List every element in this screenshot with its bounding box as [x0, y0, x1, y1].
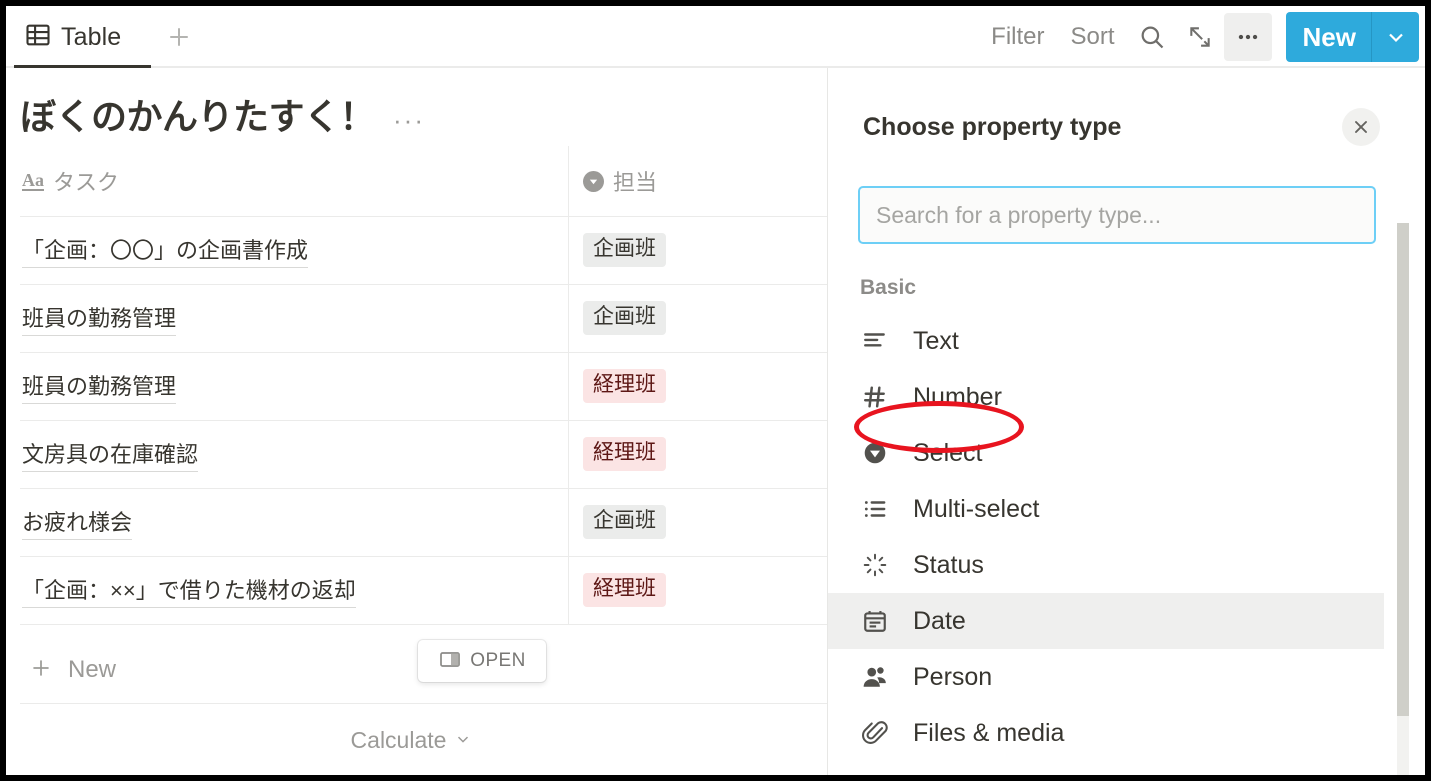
property-item-number[interactable]: Number: [828, 369, 1384, 425]
property-item-label: Date: [913, 606, 966, 635]
search-input[interactable]: [858, 186, 1376, 244]
calendar-icon: [860, 608, 890, 634]
property-item-select[interactable]: Select: [828, 425, 1384, 481]
property-item-date[interactable]: Date: [828, 593, 1384, 649]
assignee-cell[interactable]: 企画班: [566, 216, 827, 284]
task-title[interactable]: 文房具の在庫確認: [22, 437, 199, 472]
text-lines-icon: [860, 328, 890, 354]
tag-chip: 企画班: [583, 300, 666, 336]
table-row[interactable]: 班員の勤務管理 企画班: [6, 284, 827, 352]
calculate-label: Calculate: [350, 726, 447, 753]
table-row[interactable]: お疲れ様会 企画班: [6, 488, 827, 556]
add-view-button[interactable]: [164, 22, 194, 52]
table-row[interactable]: 「企画：〇〇」の企画書作成 企画班: [6, 216, 827, 284]
paperclip-icon: [860, 720, 890, 746]
top-toolbar: Table Filter Sort New: [6, 6, 1425, 68]
search-icon[interactable]: [1128, 13, 1176, 61]
row-divider: [20, 703, 827, 704]
task-cell[interactable]: お疲れ様会: [6, 488, 566, 556]
table-row[interactable]: 班員の勤務管理 経理班: [6, 352, 827, 420]
list-icon: [860, 496, 890, 522]
property-item-label: Status: [913, 550, 984, 579]
table-row[interactable]: 「企画：××」で借りた機材の返却 経理班: [6, 556, 827, 624]
task-cell[interactable]: 「企画：〇〇」の企画書作成: [6, 216, 566, 284]
property-item-label: Files & media: [913, 718, 1065, 747]
chevron-down-icon[interactable]: [1372, 12, 1419, 62]
new-button[interactable]: New: [1285, 12, 1419, 62]
title-ellipsis-icon[interactable]: ···: [393, 105, 425, 136]
app-window: Table Filter Sort New ぼくのかんりたすく！ ··· Aa …: [6, 6, 1425, 775]
property-item-multi-select[interactable]: Multi-select: [828, 481, 1384, 537]
task-title[interactable]: お疲れ様会: [22, 505, 133, 540]
open-row-button[interactable]: OPEN: [418, 640, 546, 682]
close-icon[interactable]: [1342, 108, 1380, 146]
assignee-cell[interactable]: 企画班: [566, 488, 827, 556]
tab-label: Table: [61, 22, 122, 51]
assignee-cell[interactable]: 企画班: [566, 284, 827, 352]
section-label-basic: Basic: [860, 276, 917, 299]
person-icon: [860, 664, 890, 690]
row-divider: [20, 624, 827, 625]
table-header-row: Aa タスク 担当: [6, 146, 827, 216]
assignee-cell[interactable]: 経理班: [566, 352, 827, 420]
tab-table[interactable]: Table: [14, 14, 131, 60]
task-title[interactable]: 「企画：××」で借りた機材の返却: [22, 573, 356, 608]
tag-chip: 企画班: [583, 504, 666, 540]
tag-chip: 経理班: [583, 436, 666, 472]
tag-chip: 経理班: [583, 368, 666, 404]
property-item-label: Text: [913, 326, 959, 355]
property-item-label: Number: [913, 382, 1002, 411]
table-view: ぼくのかんりたすく！ ··· Aa タスク 担当 「企画：〇〇」の企画書作成 企…: [6, 68, 827, 775]
expand-arrows-icon[interactable]: [1176, 13, 1224, 61]
status-spinner-icon: [860, 552, 890, 578]
hash-icon: [860, 384, 890, 410]
task-cell[interactable]: 「企画：××」で借りた機材の返却: [6, 556, 566, 624]
property-item-person[interactable]: Person: [828, 649, 1384, 705]
property-item-status[interactable]: Status: [828, 537, 1384, 593]
task-cell[interactable]: 文房具の在庫確認: [6, 420, 566, 488]
open-button-label: OPEN: [470, 650, 526, 671]
column-header-label: 担当: [613, 170, 658, 195]
tag-chip: 企画班: [583, 232, 666, 268]
task-title[interactable]: 「企画：〇〇」の企画書作成: [22, 233, 309, 268]
panel-scrollbar-thumb[interactable]: [1397, 223, 1409, 716]
task-cell[interactable]: 班員の勤務管理: [6, 284, 566, 352]
property-item-label: Select: [913, 438, 983, 467]
column-header-assignee[interactable]: 担当: [566, 146, 827, 216]
task-title[interactable]: 班員の勤務管理: [22, 301, 177, 336]
panel-title: Choose property type: [863, 113, 1122, 141]
sort-button[interactable]: Sort: [1058, 17, 1128, 57]
plus-icon: [28, 655, 54, 686]
property-item-text[interactable]: Text: [828, 313, 1384, 369]
assignee-cell[interactable]: 経理班: [566, 556, 827, 624]
filter-button[interactable]: Filter: [978, 17, 1057, 57]
property-item-label: Person: [913, 662, 993, 691]
toolbar-actions: Filter Sort New: [978, 10, 1419, 64]
property-item-label: Multi-select: [913, 494, 1040, 523]
ellipsis-icon[interactable]: [1223, 13, 1272, 61]
property-type-list: Text Number Select Multi-select Status D…: [828, 313, 1384, 761]
table-row[interactable]: 文房具の在庫確認 経理班: [6, 420, 827, 488]
page-title: ぼくのかんりたすく！: [20, 96, 376, 137]
tag-chip: 経理班: [583, 572, 666, 608]
select-circle-icon: [860, 440, 890, 466]
column-divider: [568, 146, 569, 624]
text-aa-icon: Aa: [22, 169, 44, 191]
column-header-label: タスク: [53, 170, 120, 195]
task-title[interactable]: 班員の勤務管理: [22, 369, 177, 404]
chevron-down-icon: [454, 727, 472, 754]
select-icon: [583, 170, 604, 192]
add-new-row-label: New: [68, 656, 117, 683]
database-title-row: ぼくのかんりたすく！ ···: [20, 88, 425, 140]
table-grid-icon: [24, 21, 52, 54]
new-button-label: New: [1302, 22, 1356, 52]
task-cell[interactable]: 班員の勤務管理: [6, 352, 566, 420]
property-item-files-media[interactable]: Files & media: [828, 705, 1384, 761]
open-panel-icon: [438, 647, 462, 676]
calculate-footer[interactable]: Calculate: [6, 705, 827, 775]
column-header-task[interactable]: Aa タスク: [6, 146, 566, 216]
add-new-row-button[interactable]: New: [6, 637, 827, 703]
assignee-cell[interactable]: 経理班: [566, 420, 827, 488]
choose-property-type-panel: Choose property type Basic Text: [827, 68, 1425, 775]
